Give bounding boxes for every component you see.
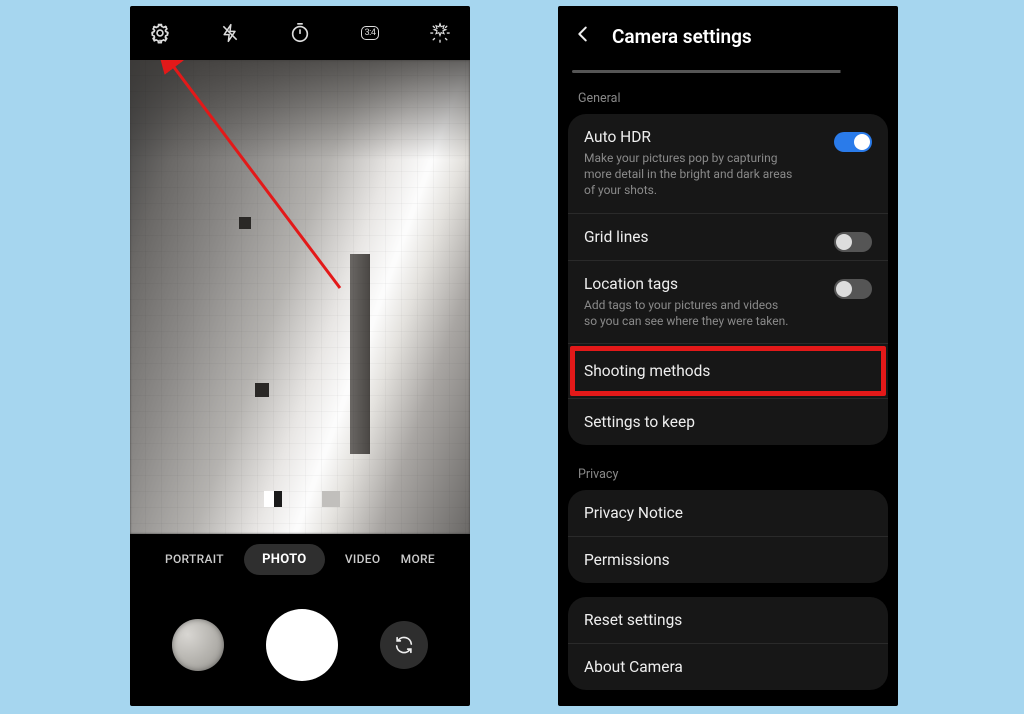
mode-more[interactable]: MORE bbox=[401, 552, 435, 566]
camera-app-screen: 3:4 bbox=[130, 6, 470, 706]
row-title: Grid lines bbox=[584, 228, 872, 246]
row-title: Privacy Notice bbox=[584, 504, 872, 522]
mode-selector: PORTRAIT PHOTO VIDEO MORE bbox=[130, 534, 470, 584]
row-title: Auto HDR bbox=[584, 128, 872, 146]
settings-list[interactable]: General Auto HDR Make your pictures pop … bbox=[558, 66, 898, 706]
section-privacy-label: Privacy bbox=[568, 459, 888, 490]
switch-camera-button[interactable] bbox=[380, 621, 428, 669]
general-card: Auto HDR Make your pictures pop by captu… bbox=[568, 114, 888, 445]
toggle-grid-lines[interactable] bbox=[834, 232, 872, 252]
row-title: Location tags bbox=[584, 275, 872, 293]
aspect-ratio-label: 3:4 bbox=[361, 26, 380, 40]
row-title: About Camera bbox=[584, 658, 872, 676]
row-location-tags[interactable]: Location tags Add tags to your pictures … bbox=[568, 260, 888, 343]
mode-portrait[interactable]: PORTRAIT bbox=[165, 552, 224, 566]
row-reset-settings[interactable]: Reset settings bbox=[568, 597, 888, 643]
effects-icon[interactable] bbox=[428, 21, 452, 45]
row-permissions[interactable]: Permissions bbox=[568, 536, 888, 583]
toggle-location-tags[interactable] bbox=[834, 279, 872, 299]
row-title: Permissions bbox=[584, 551, 872, 569]
row-title: Reset settings bbox=[584, 611, 872, 629]
shutter-button[interactable] bbox=[266, 609, 338, 681]
aspect-ratio-icon[interactable]: 3:4 bbox=[358, 21, 382, 45]
system-card: Reset settings About Camera bbox=[568, 597, 888, 690]
gear-icon[interactable] bbox=[148, 21, 172, 45]
row-title: Settings to keep bbox=[584, 413, 872, 431]
row-title: Shooting methods bbox=[584, 362, 872, 380]
section-general-label: General bbox=[568, 83, 888, 114]
flash-icon[interactable] bbox=[218, 21, 242, 45]
gallery-thumbnail[interactable] bbox=[172, 619, 224, 671]
viewfinder[interactable] bbox=[130, 60, 470, 534]
timer-icon[interactable] bbox=[288, 21, 312, 45]
row-about-camera[interactable]: About Camera bbox=[568, 643, 888, 690]
privacy-card: Privacy Notice Permissions bbox=[568, 490, 888, 583]
camera-top-toolbar: 3:4 bbox=[130, 6, 470, 60]
chevron-left-icon bbox=[572, 23, 594, 45]
toggle-auto-hdr[interactable] bbox=[834, 132, 872, 152]
row-privacy-notice[interactable]: Privacy Notice bbox=[568, 490, 888, 536]
row-desc: Add tags to your pictures and videos so … bbox=[584, 297, 794, 329]
mode-photo[interactable]: PHOTO bbox=[244, 544, 324, 575]
settings-header: Camera settings bbox=[558, 6, 898, 66]
camera-settings-screen: Camera settings General Auto HDR Make yo… bbox=[558, 6, 898, 706]
switch-camera-icon bbox=[393, 634, 415, 656]
camera-bottom-bar bbox=[130, 584, 470, 706]
row-desc: Make your pictures pop by capturing more… bbox=[584, 150, 794, 199]
row-grid-lines[interactable]: Grid lines bbox=[568, 213, 888, 260]
page-title: Camera settings bbox=[612, 25, 752, 48]
back-button[interactable] bbox=[572, 23, 594, 49]
row-auto-hdr[interactable]: Auto HDR Make your pictures pop by captu… bbox=[568, 114, 888, 213]
scrollbar-indicator bbox=[572, 70, 884, 73]
row-shooting-methods[interactable]: Shooting methods bbox=[568, 343, 888, 398]
row-settings-to-keep[interactable]: Settings to keep bbox=[568, 398, 888, 445]
mode-video[interactable]: VIDEO bbox=[345, 552, 381, 566]
